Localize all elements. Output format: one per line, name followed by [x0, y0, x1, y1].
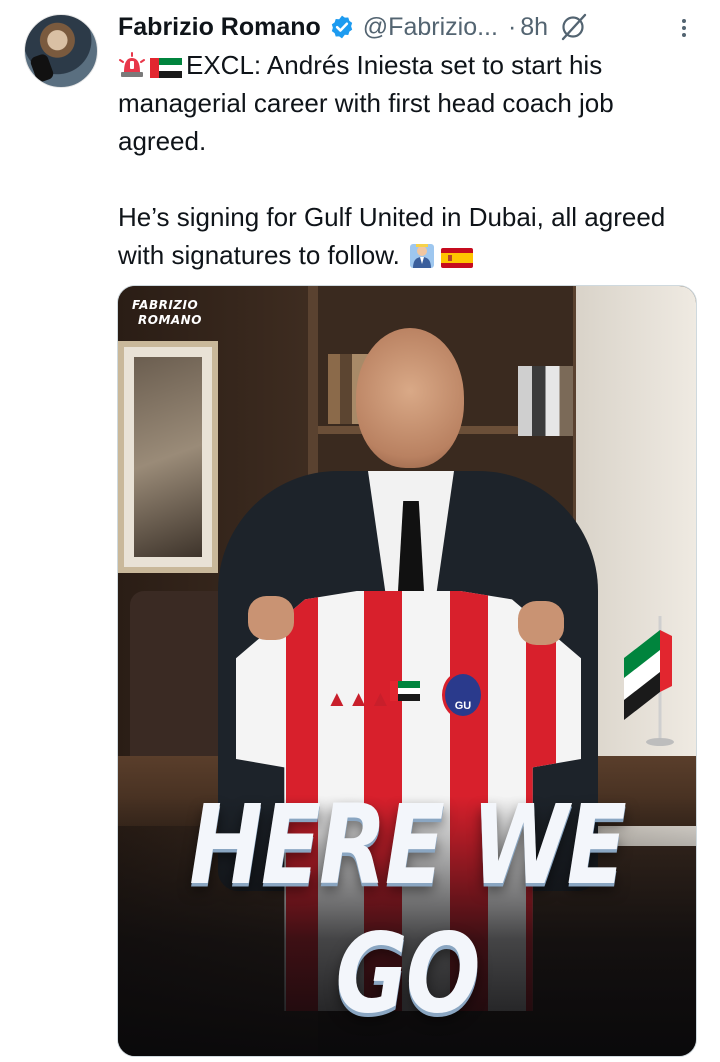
uae-flag-patch [390, 681, 420, 701]
left-hand [248, 596, 294, 640]
fabrizio-romano-watermark: FABRIZIO ROMANO [132, 298, 202, 328]
grok-icon[interactable] [558, 12, 588, 42]
tweet-line-1: EXCL: Andrés Iniesta set to start his ma… [118, 50, 614, 156]
author-handle[interactable]: @Fabrizio... [363, 13, 498, 42]
wall-picture-frame [118, 341, 218, 573]
tweet-line-2: He’s signing for Gulf United in Dubai, a… [118, 202, 666, 270]
tweet-header: Fabrizio Romano @Fabrizio... · 8h [118, 10, 696, 44]
spain-flag-emoji [441, 248, 474, 268]
author-avatar[interactable] [24, 14, 98, 88]
tweet-paragraph-1: EXCL: Andrés Iniesta set to start his ma… [118, 46, 688, 160]
person-head [356, 328, 464, 468]
tweet-media-image[interactable]: ▲▲▲ GU FABRIZIO ROMANO HERE WE GO [117, 285, 697, 1057]
adidas-logo: ▲▲▲ [326, 686, 392, 711]
tweet-text: EXCL: Andrés Iniesta set to start his ma… [118, 46, 688, 274]
siren-emoji [119, 52, 145, 77]
right-hand [518, 601, 564, 645]
verified-badge-icon [331, 15, 352, 39]
uae-desk-flag [624, 616, 674, 746]
uae-flag-emoji [150, 58, 182, 78]
crest-text: GU [454, 700, 472, 712]
tweet-paragraph-2: He’s signing for Gulf United in Dubai, a… [118, 198, 688, 274]
coach-emoji [410, 244, 435, 268]
author-name[interactable]: Fabrizio Romano [118, 13, 321, 42]
brand-line-2: ROMANO [138, 313, 202, 327]
brand-line-1: FABRIZIO [132, 298, 199, 312]
separator-dot: · [507, 12, 517, 41]
here-we-go-headline: HERE WE GO [189, 780, 626, 1038]
post-time[interactable]: 8h [520, 13, 548, 42]
club-crest: GU [442, 671, 484, 719]
more-vertical-icon[interactable] [672, 16, 696, 40]
